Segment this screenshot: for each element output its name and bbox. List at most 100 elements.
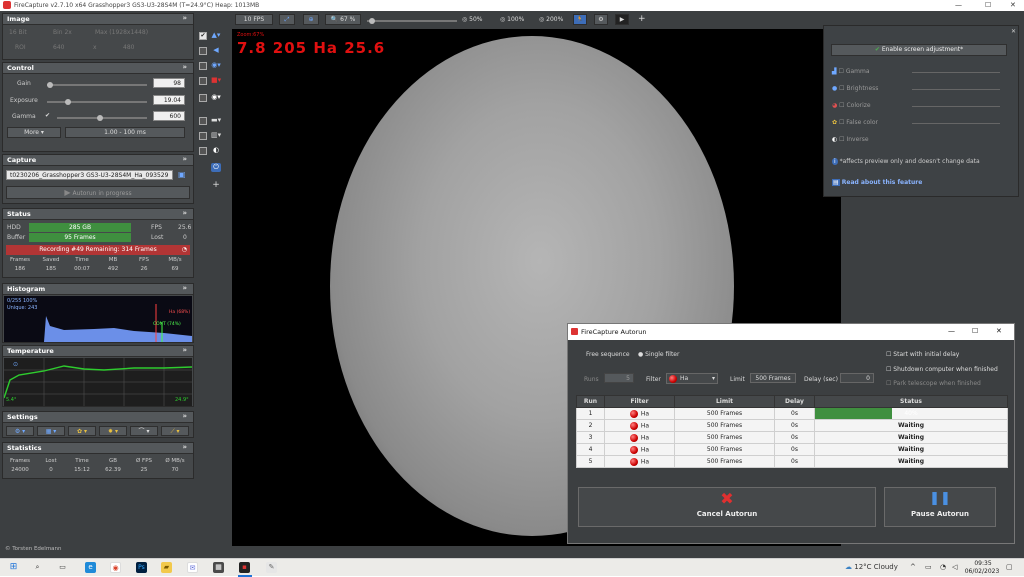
brightness-adjust-slider[interactable] bbox=[912, 89, 1000, 90]
table-row[interactable]: 5 Ha 500 Frames 0s Waiting bbox=[576, 455, 1008, 468]
settings-gear-button[interactable]: ⚙ ▾ bbox=[6, 426, 34, 436]
grid-icon[interactable]: ▥▾ bbox=[211, 131, 221, 140]
table-row[interactable]: 2 Ha 500 Frames 0s Waiting bbox=[576, 419, 1008, 432]
exposure-slider[interactable] bbox=[47, 99, 147, 105]
section-header[interactable]: Temperature » bbox=[3, 346, 193, 357]
add-tool-icon[interactable]: + bbox=[211, 181, 221, 190]
tool-checkbox-4[interactable] bbox=[199, 77, 207, 85]
calculator-icon[interactable]: ▦ bbox=[213, 562, 224, 573]
capture-filename[interactable]: t0230206_Grasshopper3 GS3-U3-28S4M_Ha_09… bbox=[6, 170, 173, 180]
gain-value[interactable]: 98 bbox=[153, 78, 185, 88]
exposure-range-select[interactable]: 1.00 - 100 ms bbox=[65, 127, 185, 138]
zoom-200-button[interactable]: ◎ 200% bbox=[539, 16, 563, 23]
file-explorer-icon[interactable]: ▰ bbox=[161, 562, 172, 573]
line-icon[interactable]: ▬▾ bbox=[211, 116, 221, 125]
zoom-select[interactable]: 🔍 67 % bbox=[325, 14, 361, 25]
collapse-icon[interactable]: » bbox=[182, 443, 187, 451]
section-header[interactable]: Status » bbox=[3, 209, 193, 220]
firecapture-taskbar-icon[interactable]: ▪ bbox=[239, 562, 250, 573]
delay-spinner[interactable]: 0 bbox=[840, 373, 874, 383]
section-header[interactable]: Settings » bbox=[3, 412, 193, 423]
tool-checkbox-8[interactable] bbox=[199, 147, 207, 155]
autorun-progress-button[interactable]: ▶ Autorun in progress bbox=[6, 186, 190, 199]
contrast-icon[interactable]: ◐ bbox=[211, 146, 221, 155]
section-header[interactable]: Control » bbox=[3, 63, 193, 74]
collapse-icon[interactable]: » bbox=[182, 209, 187, 217]
fit-screen-icon[interactable]: ⤢ bbox=[279, 14, 295, 25]
wifi-icon[interactable]: ◔ bbox=[940, 563, 946, 571]
table-row[interactable]: 1 Ha 500 Frames 0s 40% bbox=[576, 407, 1008, 420]
settings-star-button[interactable]: ✸ ▾ bbox=[99, 426, 127, 436]
enable-screen-adjustment-button[interactable]: ✔ Enable screen adjustment* bbox=[831, 44, 1007, 56]
roi-width[interactable]: 640 bbox=[53, 44, 64, 51]
section-header[interactable]: Image » bbox=[3, 14, 193, 25]
settings-tool-button[interactable]: ⟋ ▾ bbox=[161, 426, 189, 436]
section-header[interactable]: Histogram » bbox=[3, 284, 193, 295]
gamma-adjust-row[interactable]: ▟ ☐ Gamma bbox=[832, 68, 870, 75]
settings-gear-icon[interactable]: ⚙ bbox=[594, 14, 608, 25]
notification-icon[interactable]: ▢ bbox=[1006, 563, 1013, 571]
maximize-icon[interactable]: ☐ bbox=[985, 1, 991, 9]
max-resolution-option[interactable]: Max (1928x1448) bbox=[95, 29, 148, 36]
record-icon[interactable]: ■▾ bbox=[211, 76, 221, 85]
app-icon-6[interactable]: ✉ bbox=[187, 562, 198, 573]
edge-browser-icon[interactable]: e bbox=[85, 562, 96, 573]
photoshop-icon[interactable]: Ps bbox=[136, 562, 147, 573]
roi-height[interactable]: 480 bbox=[123, 44, 134, 51]
section-header[interactable]: Capture » bbox=[3, 155, 193, 166]
read-about-link[interactable]: ▤ Read about this feature bbox=[832, 179, 922, 186]
gain-slider[interactable] bbox=[47, 82, 147, 88]
volume-icon[interactable]: ◁ bbox=[952, 563, 957, 571]
chrome-browser-icon[interactable]: ◉ bbox=[110, 562, 121, 573]
arrow-icon[interactable]: ◀ bbox=[211, 46, 221, 55]
settings-color-button[interactable]: ✿ ▾ bbox=[68, 426, 96, 436]
collapse-icon[interactable]: » bbox=[182, 63, 187, 71]
gamma-check-icon[interactable]: ✔ bbox=[45, 112, 50, 119]
collapse-icon[interactable]: » bbox=[182, 412, 187, 420]
crosshair-icon[interactable]: ⊕ bbox=[303, 14, 319, 25]
focus-icon[interactable]: ◉▾ bbox=[211, 93, 221, 102]
task-view-icon[interactable]: ▭ bbox=[57, 562, 68, 573]
weather-widget[interactable]: ☁ 12°C Cloudy bbox=[845, 563, 898, 571]
close-icon[interactable]: ✕ bbox=[1010, 1, 1016, 9]
shutdown-checkbox[interactable]: ☐ Shutdown computer when finished bbox=[886, 366, 998, 373]
settings-link-button[interactable]: ⌒ ▾ bbox=[130, 426, 158, 436]
tool-checkbox-3[interactable] bbox=[199, 62, 207, 70]
start-delay-checkbox[interactable]: ☐ Start with initial delay bbox=[886, 351, 959, 358]
collapse-icon[interactable]: » bbox=[182, 14, 187, 22]
false-color-adjust-row[interactable]: ✿ ☐ False color bbox=[832, 119, 878, 126]
pause-autorun-button[interactable]: ❚❚ Pause Autorun bbox=[884, 487, 996, 527]
close-panel-icon[interactable]: ✕ bbox=[1011, 28, 1016, 35]
collapse-icon[interactable]: » bbox=[182, 346, 187, 354]
folder-icon[interactable]: ▣ bbox=[178, 170, 186, 179]
tray-chevron-icon[interactable]: ^ bbox=[910, 563, 916, 571]
section-header[interactable]: Statistics » bbox=[3, 443, 193, 454]
brightness-adjust-row[interactable]: ● ☐ Brightness bbox=[832, 85, 878, 92]
gamma-adjust-slider[interactable] bbox=[912, 72, 1000, 73]
zoom-50-button[interactable]: ◎ 50% bbox=[462, 16, 483, 23]
table-row[interactable]: 4 Ha 500 Frames 0s Waiting bbox=[576, 443, 1008, 456]
exposure-value[interactable]: 19.04 bbox=[153, 95, 185, 105]
app-icon-9[interactable]: ✎ bbox=[266, 562, 277, 573]
tool-checkbox-2[interactable] bbox=[199, 47, 207, 55]
gamma-value[interactable]: 600 bbox=[153, 111, 185, 121]
windows-start-icon[interactable]: ⊞ bbox=[8, 562, 19, 573]
limit-field[interactable]: 500 Frames bbox=[750, 373, 796, 383]
cancel-autorun-button[interactable]: ✖ Cancel Autorun bbox=[578, 487, 876, 527]
table-row[interactable]: 3 Ha 500 Frames 0s Waiting bbox=[576, 431, 1008, 444]
inverse-adjust-row[interactable]: ◐ ☐ Inverse bbox=[832, 136, 869, 143]
settings-table-button[interactable]: ▦ ▾ bbox=[37, 426, 65, 436]
autorun-close-icon[interactable]: ✕ bbox=[996, 327, 1002, 335]
overlay-checkbox[interactable]: ✔ bbox=[199, 32, 207, 40]
free-sequence-option[interactable]: Free sequence bbox=[586, 351, 630, 358]
clock-time[interactable]: 09:35 bbox=[967, 560, 999, 567]
network-icon[interactable]: ▭ bbox=[925, 563, 932, 571]
minimize-icon[interactable]: — bbox=[955, 1, 962, 9]
zoom-100-button[interactable]: ◎ 100% bbox=[500, 16, 524, 23]
collapse-icon[interactable]: » bbox=[182, 284, 187, 292]
clock-date[interactable]: 06/02/2023 bbox=[962, 568, 1002, 575]
16bit-option[interactable]: 16 Bit bbox=[9, 29, 27, 36]
power-icon[interactable]: ⏻ bbox=[211, 163, 221, 172]
search-icon[interactable]: ⌕ bbox=[32, 562, 43, 573]
more-button[interactable]: More ▾ bbox=[7, 127, 61, 138]
